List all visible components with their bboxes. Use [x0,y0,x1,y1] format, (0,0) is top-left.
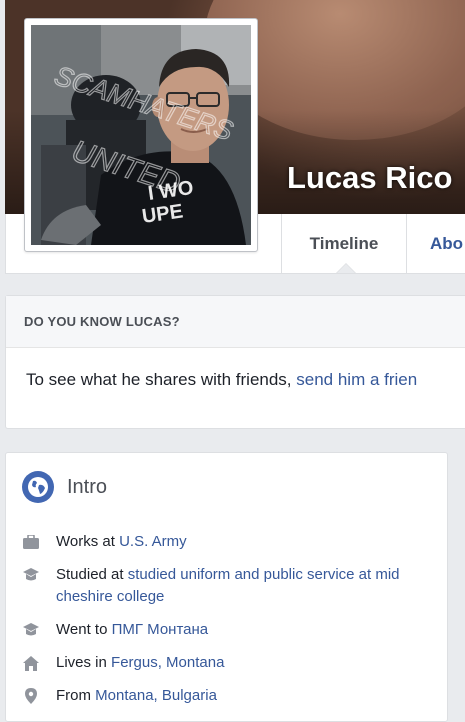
profile-name[interactable]: Lucas Rico [287,160,452,196]
send-friend-request-link[interactable]: send him a frien [296,370,417,389]
house-icon [22,652,40,674]
know-card-text: To see what he shares with friends, [26,370,297,389]
graduation-icon [22,564,40,586]
know-card-body: To see what he shares with friends, send… [6,348,465,390]
tab-about[interactable]: Abo [430,214,463,273]
briefcase-icon [22,531,40,553]
work-link[interactable]: U.S. Army [119,533,187,550]
intro-item-lives-in: Lives in Fergus, Montana [22,652,416,674]
profile-photo-illustration: I WO UPE SCAMHATERS UNITED [31,25,251,245]
intro-card: Intro Works at U.S. Army Studied at stud… [5,452,448,722]
intro-item-went-to: Went to ПМГ Монтана [22,619,416,641]
current-city-link[interactable]: Fergus, Montana [111,654,224,671]
know-person-card: DO YOU KNOW LUCAS? To see what he shares… [5,295,465,429]
graduation-icon [22,619,40,641]
education-link-school[interactable]: ПМГ Монтана [112,621,209,638]
location-pin-icon [22,685,40,707]
know-card-title: DO YOU KNOW LUCAS? [24,314,180,329]
active-tab-pointer [336,263,356,273]
intro-item-from: From Montana, Bulgaria [22,685,416,707]
intro-title: Intro [67,475,108,498]
profile-picture[interactable]: I WO UPE SCAMHATERS UNITED [24,18,258,252]
intro-item-work: Works at U.S. Army [22,531,416,553]
globe-icon [22,471,54,503]
hometown-link[interactable]: Montana, Bulgaria [95,687,217,704]
intro-item-studied: Studied at studied uniform and public se… [22,564,416,608]
